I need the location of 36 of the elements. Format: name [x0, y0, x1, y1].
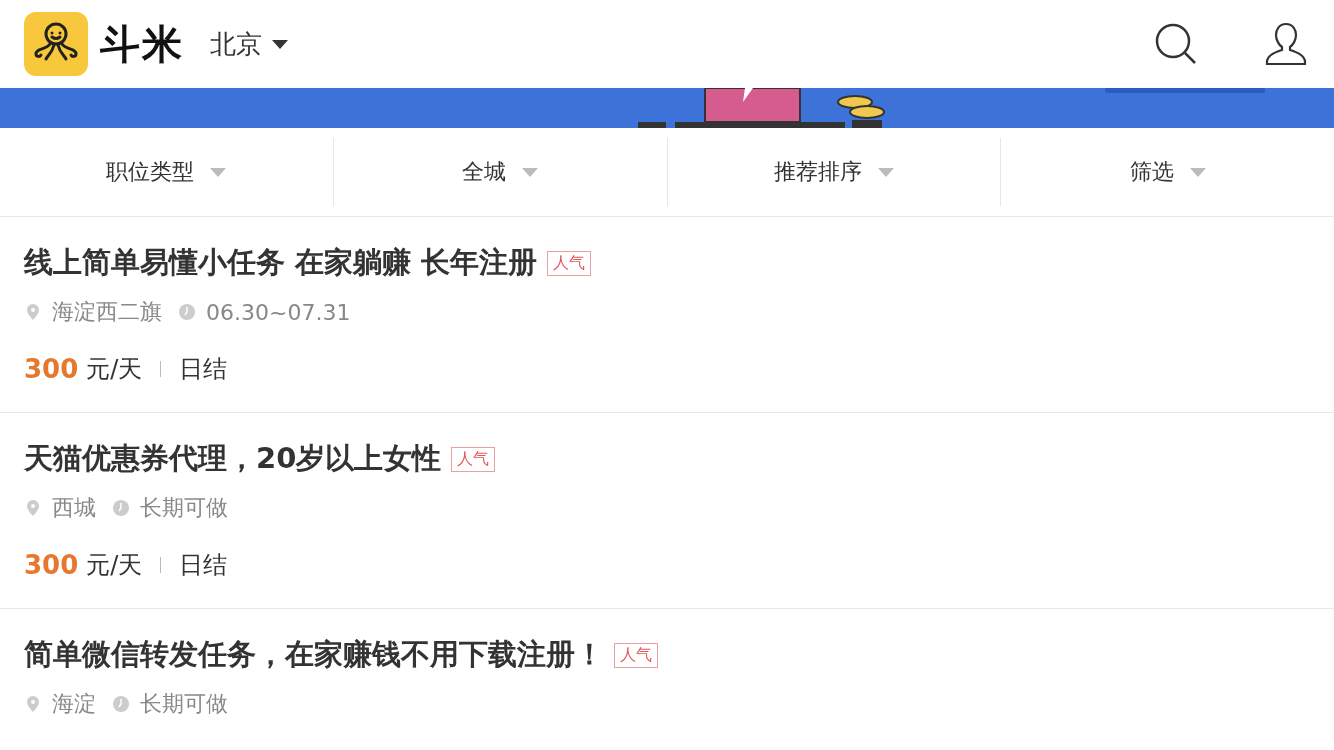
popular-tag: 人气	[547, 250, 592, 276]
job-location: 西城	[52, 494, 96, 522]
clock-icon	[112, 695, 130, 713]
pay-amount: 300	[24, 354, 79, 384]
settlement-type: 日结	[179, 354, 228, 385]
popular-tag: 人气	[451, 446, 496, 472]
octopus-logo-icon	[24, 12, 88, 76]
filter-dropdown[interactable]: 全城	[332, 138, 667, 206]
location-pin-icon	[24, 303, 42, 321]
job-period: 长期可做	[140, 690, 228, 718]
filter-dropdown[interactable]: 筛选	[1000, 138, 1334, 206]
city-selector[interactable]: 北京	[210, 26, 288, 62]
caret-icon	[522, 167, 539, 177]
caret-icon	[877, 167, 894, 177]
filter-dropdown[interactable]: 推荐排序	[666, 138, 1001, 206]
popular-tag: 人气	[614, 642, 658, 668]
caret-icon	[210, 167, 227, 177]
pay-amount: 300	[24, 550, 79, 580]
pay-unit: 元/天	[86, 550, 143, 581]
pay-unit: 元/天	[86, 354, 143, 385]
settlement-type: 日结	[179, 550, 228, 581]
clock-icon	[178, 303, 196, 321]
clock-icon	[112, 499, 130, 517]
brand-name: 斗米	[100, 19, 184, 69]
job-title[interactable]: 天猫优惠券代理，20岁以上女性	[24, 439, 442, 479]
job-period: 06.30~07.31	[206, 299, 351, 325]
job-location: 海淀	[52, 690, 96, 718]
job-title[interactable]: 线上简单易懂小任务 在家躺赚 长年注册	[24, 243, 538, 283]
job-location: 海淀西二旗	[52, 298, 162, 326]
job-title[interactable]: 简单微信转发任务，在家赚钱不用下载注册！	[24, 635, 604, 675]
location-pin-icon	[24, 499, 42, 517]
job-period: 长期可做	[140, 494, 228, 522]
caret-icon	[1189, 167, 1206, 177]
caret-icon	[272, 39, 288, 49]
location-pin-icon	[24, 695, 42, 713]
filter-dropdown[interactable]: 职位类型	[0, 138, 333, 206]
